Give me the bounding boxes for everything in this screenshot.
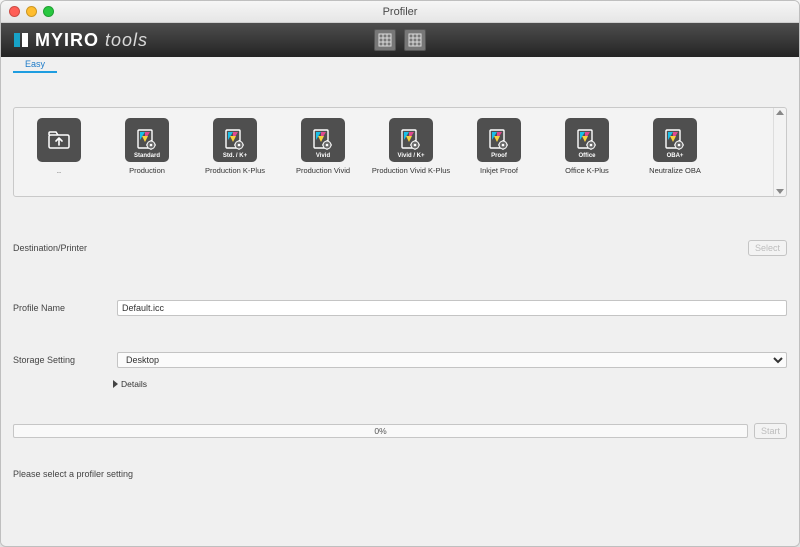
profile-tile-label: Office <box>578 153 595 159</box>
app-window: Profiler MYIRO tools Easy .. Standard Prod… <box>0 0 800 547</box>
profile-tile-label: Proof <box>491 153 507 159</box>
profile-up-folder[interactable]: .. <box>28 118 90 175</box>
storage-label: Storage Setting <box>13 355 109 365</box>
minimize-icon[interactable] <box>26 6 37 17</box>
profile-card[interactable]: Office Office K-Plus <box>556 118 618 175</box>
progress-bar: 0% <box>13 424 748 438</box>
profile-name-row: Profile Name <box>13 299 787 317</box>
profile-card[interactable]: Vivid / K+Production Vivid K-Plus <box>380 118 442 175</box>
profile-name-label: Profile Name <box>13 303 109 313</box>
close-icon[interactable] <box>9 6 20 17</box>
profile-caption: .. <box>57 166 61 175</box>
profile-card-list: .. Standard Production Std. / K+ Production … <box>13 107 787 197</box>
brand-name-bold: MYIRO <box>35 30 99 51</box>
tab-easy[interactable]: Easy <box>13 56 57 73</box>
profile-icon: OBA+ <box>653 118 697 162</box>
profile-tile-label: Vivid <box>316 153 330 159</box>
profile-caption: Production K-Plus <box>205 166 265 175</box>
profile-caption: Neutralize OBA <box>649 166 701 175</box>
profile-name-input[interactable] <box>117 300 787 316</box>
profile-caption: Production Vivid K-Plus <box>372 166 450 175</box>
titlebar: Profiler <box>1 1 799 23</box>
destination-row: Destination/Printer Select <box>13 239 787 257</box>
destination-label: Destination/Printer <box>13 243 109 253</box>
profile-icon: Proof <box>477 118 521 162</box>
appbar: MYIRO tools <box>1 23 799 57</box>
profile-card[interactable]: Standard Production <box>116 118 178 175</box>
content: .. Standard Production Std. / K+ Production … <box>1 73 799 546</box>
profile-card[interactable]: OBA+ Neutralize OBA <box>644 118 706 175</box>
profile-caption: Office K-Plus <box>565 166 609 175</box>
profile-tile-label: Standard <box>134 153 160 159</box>
profile-icon: Standard <box>125 118 169 162</box>
start-button[interactable]: Start <box>754 423 787 439</box>
profile-icon: Vivid / K+ <box>389 118 433 162</box>
profile-card[interactable]: Proof Inkjet Proof <box>468 118 530 175</box>
brand: MYIRO tools <box>1 30 148 51</box>
profile-card[interactable]: Std. / K+ Production K-Plus <box>204 118 266 175</box>
toolbar-button-1[interactable] <box>374 29 396 51</box>
scroll-down-icon[interactable] <box>776 189 784 194</box>
chevron-right-icon <box>113 380 118 388</box>
profile-icon: Std. / K+ <box>213 118 257 162</box>
storage-select[interactable]: Desktop <box>117 352 787 368</box>
folder-up-icon <box>37 118 81 162</box>
profile-tile-label: Std. / K+ <box>223 153 247 159</box>
profile-caption: Inkjet Proof <box>480 166 518 175</box>
profile-card[interactable]: Vivid Production Vivid <box>292 118 354 175</box>
scroll-up-icon[interactable] <box>776 110 784 115</box>
profile-icon: Office <box>565 118 609 162</box>
select-destination-button[interactable]: Select <box>748 240 787 256</box>
details-label: Details <box>121 379 147 389</box>
profile-tile-label: Vivid / K+ <box>397 153 424 159</box>
progress-text: 0% <box>374 426 386 436</box>
brand-name-light: tools <box>105 30 148 51</box>
details-toggle[interactable]: Details <box>13 379 787 389</box>
toolbar-button-2[interactable] <box>404 29 426 51</box>
profile-tile-label: OBA+ <box>667 153 684 159</box>
progress-row: 0% Start <box>13 423 787 439</box>
storage-row: Storage Setting Desktop <box>13 351 787 369</box>
zoom-icon[interactable] <box>43 6 54 17</box>
brand-logo-icon <box>13 32 29 48</box>
profile-list-scrollbar[interactable] <box>773 108 786 196</box>
profile-caption: Production Vivid <box>296 166 350 175</box>
toolbar <box>374 29 426 51</box>
profile-icon: Vivid <box>301 118 345 162</box>
window-title: Profiler <box>383 6 418 18</box>
hint-text: Please select a profiler setting <box>13 469 787 479</box>
window-controls <box>9 6 54 17</box>
profile-caption: Production <box>129 166 165 175</box>
